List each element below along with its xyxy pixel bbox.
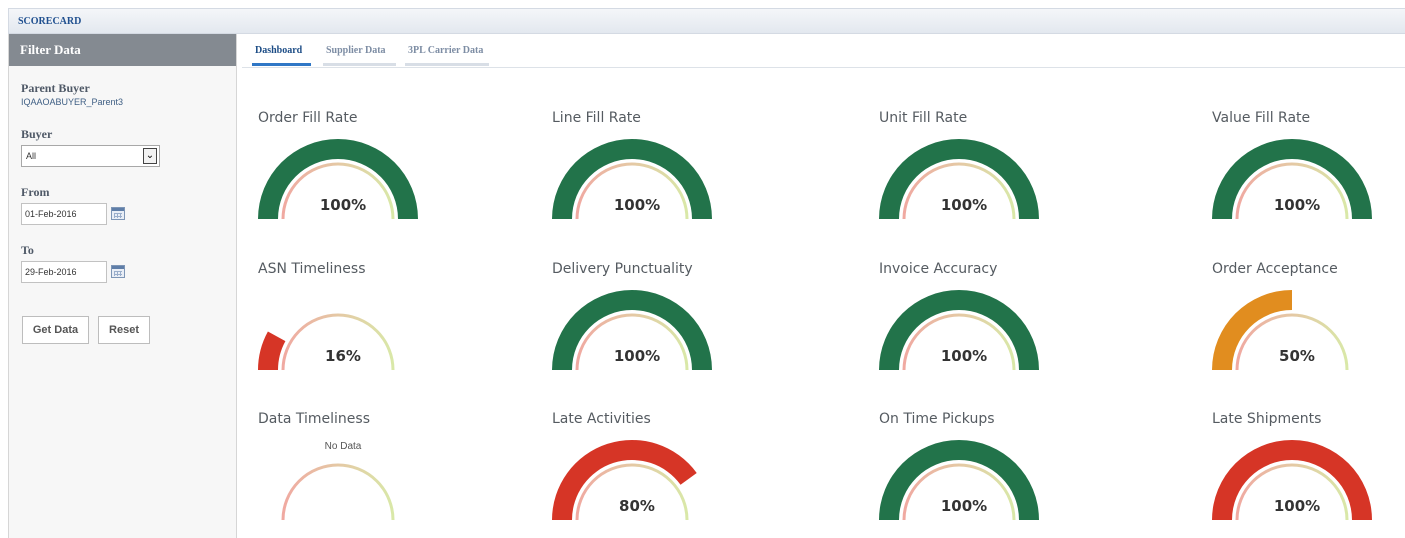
scorecard-app: SCORECARD Filter Data Parent Buyer IQAAO…	[0, 0, 1405, 538]
gauge-no-data: No Data	[324, 441, 362, 452]
gauge-value: 100%	[319, 196, 367, 214]
buyer-select-value: All	[26, 151, 37, 161]
tab-supplier-data[interactable]: Supplier Data	[326, 45, 386, 56]
buyer-select[interactable]: All ⌄	[21, 145, 160, 167]
gauge-value: 50%	[1279, 347, 1315, 365]
gauge-value: 100%	[613, 196, 661, 214]
chevron-down-icon[interactable]: ⌄	[143, 148, 157, 164]
parent-buyer-value: IQAAOABUYER_Parent3	[21, 97, 124, 107]
gauge-value: 100%	[940, 497, 988, 515]
window-title: SCORECARD	[18, 16, 82, 27]
gauge-value: 100%	[940, 347, 988, 365]
gauge-value: 100%	[613, 347, 661, 365]
reset-button[interactable]: Reset	[98, 316, 150, 344]
to-date-input[interactable]: 29-Feb-2016	[21, 261, 107, 283]
tab-3pl-carrier-data[interactable]: 3PL Carrier Data	[408, 45, 483, 56]
gauge-value: 16%	[325, 347, 361, 365]
parent-buyer-label: Parent Buyer	[21, 81, 90, 95]
gauge-dial	[281, 463, 395, 521]
gauge-value: 100%	[1273, 196, 1321, 214]
gauge-value: 100%	[940, 196, 988, 214]
to-calendar-icon[interactable]	[111, 265, 125, 278]
from-calendar-icon[interactable]	[111, 207, 125, 220]
buyer-label: Buyer	[21, 127, 53, 141]
tab-bar: Dashboard Supplier Data 3PL Carrier Data	[242, 34, 1405, 68]
tab-3pl-carrier-data-indicator	[405, 63, 489, 66]
gauge-track	[281, 463, 395, 521]
tab-dashboard-indicator	[252, 63, 311, 66]
window-titlebar: SCORECARD	[8, 8, 1405, 34]
to-label: To	[21, 243, 34, 257]
from-label: From	[21, 185, 50, 199]
filter-sidebar: Filter Data Parent Buyer IQAAOABUYER_Par…	[8, 34, 237, 538]
sidebar-header: Filter Data	[9, 34, 236, 66]
get-data-button[interactable]: Get Data	[22, 316, 89, 344]
from-date-input[interactable]: 01-Feb-2016	[21, 203, 107, 225]
gauge-value: 80%	[619, 497, 655, 515]
gauge-value: 100%	[1273, 497, 1321, 515]
tab-dashboard[interactable]: Dashboard	[255, 45, 302, 56]
tab-supplier-data-indicator	[323, 63, 396, 66]
